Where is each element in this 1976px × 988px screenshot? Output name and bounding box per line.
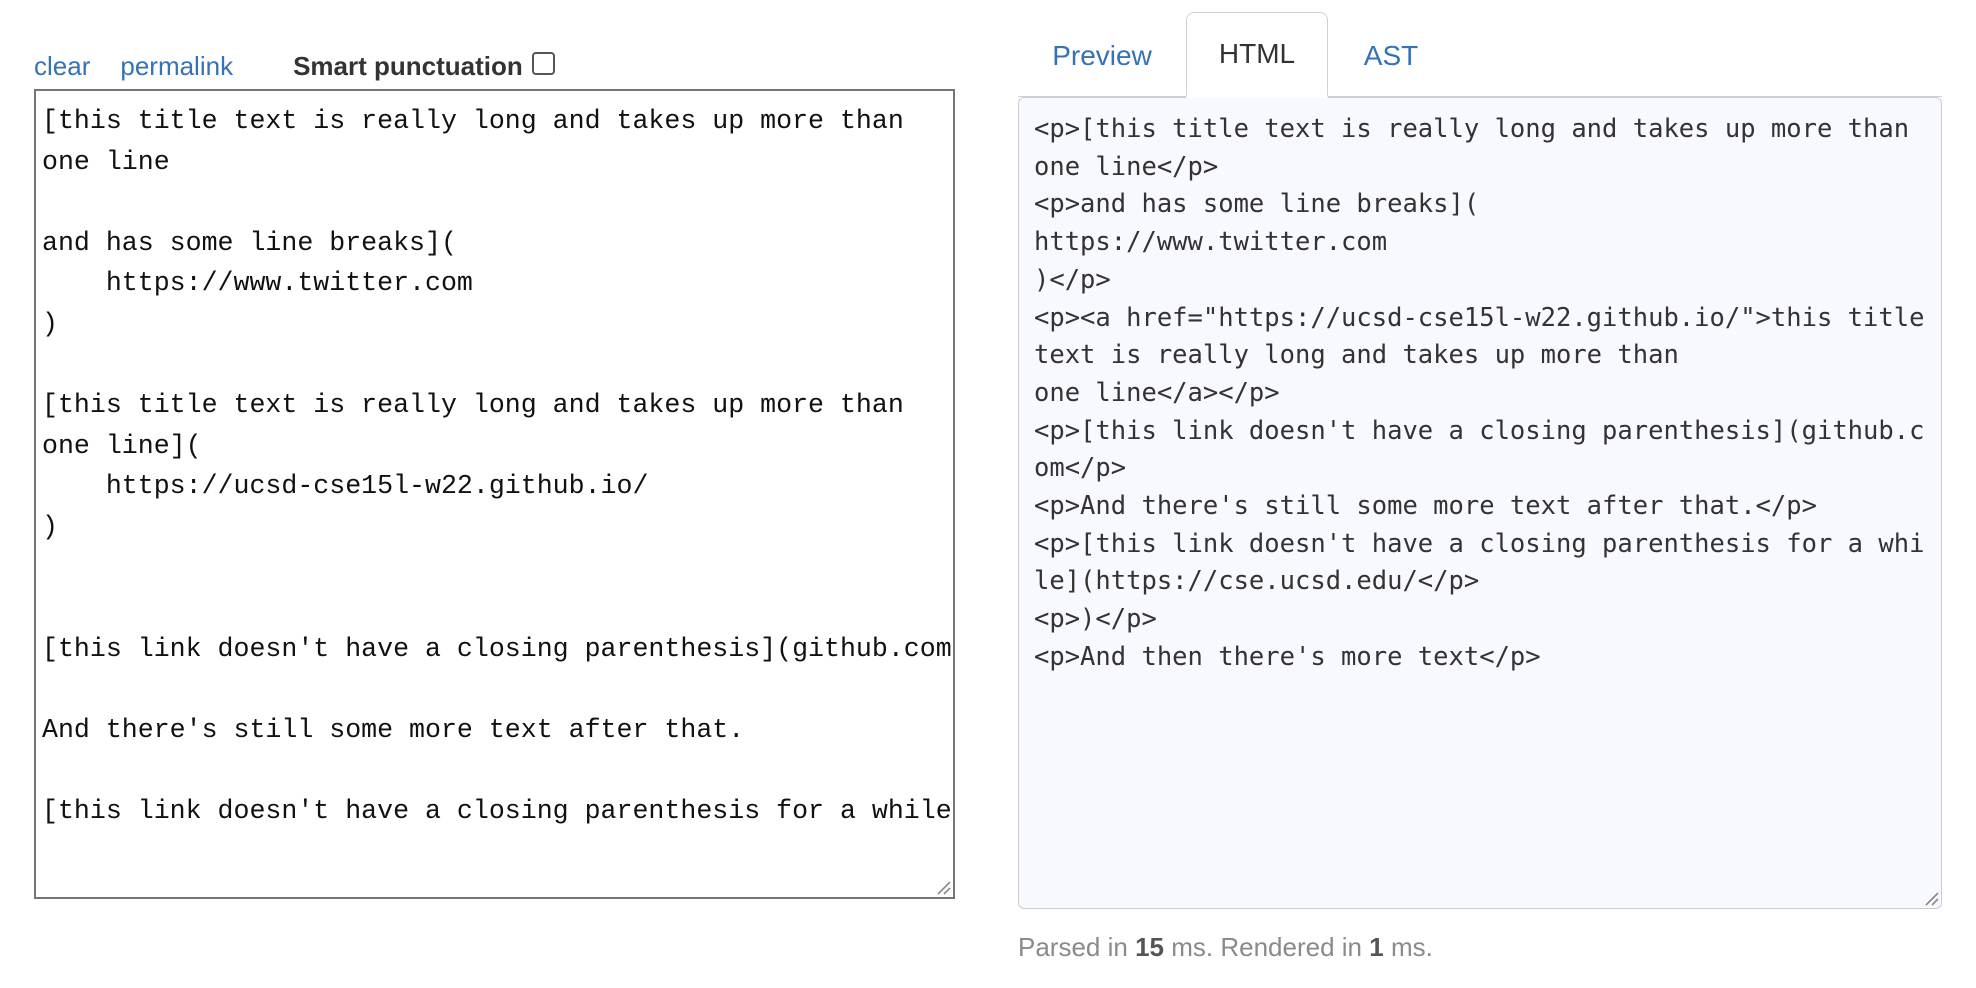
tab-preview[interactable]: Preview xyxy=(1018,14,1186,98)
clear-link[interactable]: clear xyxy=(34,51,90,82)
editor-toolbar: clear permalink Smart punctuation xyxy=(34,44,555,88)
rendered-ms: 1 xyxy=(1369,932,1384,962)
html-output[interactable]: <p>[this title text is really long and t… xyxy=(1018,97,1942,909)
parsed-prefix: Parsed in xyxy=(1018,932,1128,962)
smart-punctuation-label: Smart punctuation xyxy=(293,50,523,81)
output-tabs: Preview HTML AST xyxy=(1018,12,1454,98)
tab-html[interactable]: HTML xyxy=(1186,12,1328,98)
html-output-text: <p>[this title text is really long and t… xyxy=(1034,114,1925,672)
rendered-prefix: ms. Rendered in xyxy=(1171,932,1362,962)
markdown-input-text[interactable]: [this title text is really long and take… xyxy=(36,91,953,832)
tab-ast[interactable]: AST xyxy=(1328,14,1454,98)
resize-grip-icon[interactable] xyxy=(935,879,951,895)
permalink-link[interactable]: permalink xyxy=(120,51,233,82)
timing-status: Parsed in 15 ms. Rendered in 1 ms. xyxy=(1018,932,1433,963)
dingus-page: clear permalink Smart punctuation [this … xyxy=(0,0,1976,988)
status-suffix: ms. xyxy=(1390,932,1433,962)
parsed-ms: 15 xyxy=(1135,932,1164,962)
resize-grip-icon[interactable] xyxy=(1923,890,1939,906)
smart-punctuation-toggle[interactable]: Smart punctuation xyxy=(293,51,555,82)
smart-punctuation-checkbox[interactable] xyxy=(531,51,555,75)
markdown-input[interactable]: [this title text is really long and take… xyxy=(34,89,955,899)
